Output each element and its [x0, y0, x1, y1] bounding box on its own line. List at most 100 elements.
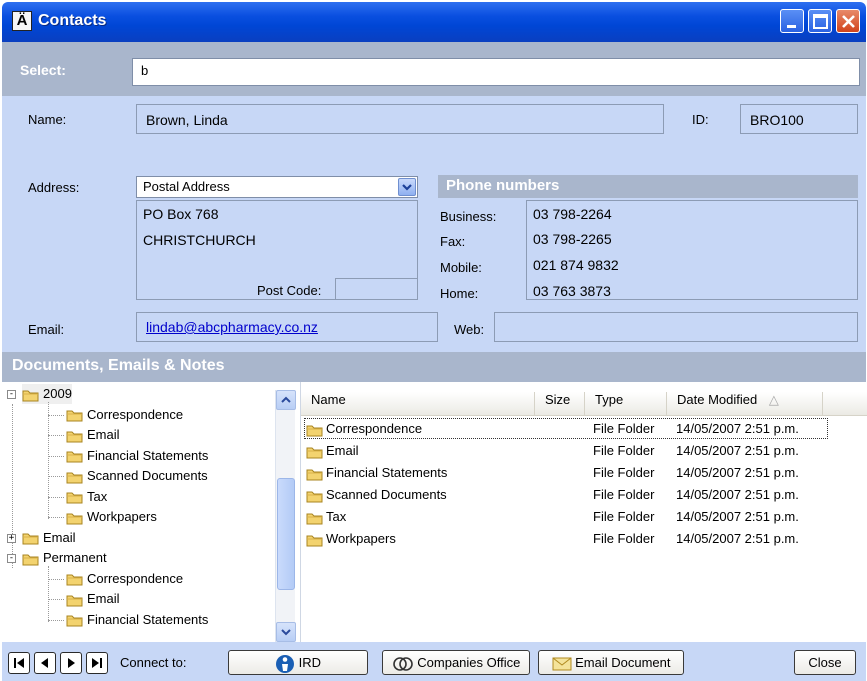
first-record-button[interactable] — [8, 652, 30, 674]
email-document-button[interactable]: Email Document — [538, 650, 684, 675]
folder-icon — [22, 390, 39, 402]
folder-icon — [306, 425, 323, 437]
file-row[interactable]: Workpapers File Folder 14/05/2007 2:51 p.m… — [301, 529, 867, 549]
tree-folder[interactable]: 2009 — [22, 384, 72, 404]
companies-office-button[interactable]: Companies Office — [382, 650, 530, 675]
folder-icon — [66, 513, 83, 525]
column-size-header[interactable]: Size — [535, 392, 585, 416]
tree-guide-line — [48, 496, 64, 498]
tree-folder[interactable]: Email — [22, 528, 76, 548]
folder-icon — [306, 447, 323, 459]
tree-subfolder[interactable]: Correspondence — [66, 405, 183, 425]
file-row[interactable]: Correspondence File Folder 14/05/2007 2:51… — [301, 419, 867, 439]
tree-guide-line — [48, 517, 64, 518]
folder-tree[interactable]: - 2009 Correspondence Email Financial Statem… — [2, 382, 298, 642]
minimize-button[interactable] — [780, 9, 804, 33]
file-list[interactable]: Name Size Type Date Modified △ Correspon… — [300, 382, 867, 642]
file-name: Email — [326, 443, 359, 458]
phone-numbers-box[interactable]: 03 798-2264 03 798-2265 021 874 9832 03 … — [526, 200, 858, 300]
tree-subfolder[interactable]: Scanned Documents — [66, 466, 208, 486]
address-type-select[interactable]: Postal Address — [136, 176, 418, 198]
companies-office-icon — [392, 656, 413, 671]
postcode-field[interactable] — [335, 278, 418, 300]
file-row[interactable]: Financial Statements File Folder 14/05/200… — [301, 463, 867, 483]
tree-guide-line — [48, 578, 64, 580]
scroll-thumb[interactable] — [277, 478, 295, 590]
tree-scrollbar[interactable] — [275, 390, 296, 642]
chevron-down-icon[interactable] — [398, 178, 416, 196]
email-label: Email: — [28, 322, 65, 337]
business-phone-value: 03 798-2264 — [533, 206, 612, 222]
file-type: File Folder — [593, 531, 655, 546]
file-name: Financial Statements — [326, 465, 448, 480]
scroll-down-button[interactable] — [276, 622, 296, 642]
address-box[interactable]: PO Box 768 CHRISTCHURCH Post Code: — [136, 200, 418, 300]
close-window-button[interactable] — [836, 9, 860, 33]
select-input[interactable]: b — [132, 58, 860, 86]
prev-record-button[interactable] — [34, 652, 56, 674]
file-row[interactable]: Scanned Documents File Folder 14/05/2007 2… — [301, 485, 867, 505]
envelope-icon — [552, 657, 571, 671]
ird-button[interactable]: IRD — [228, 650, 368, 675]
ird-label: IRD — [298, 655, 321, 670]
business-phone-label: Business: — [440, 209, 497, 224]
folder-icon — [22, 533, 39, 545]
tree-subfolder[interactable]: Email — [66, 425, 120, 445]
close-button[interactable]: Close — [794, 650, 856, 675]
tree-subfolder[interactable]: Workpapers — [66, 507, 157, 527]
file-name-cell: Tax — [306, 507, 346, 527]
file-name: Correspondence — [326, 421, 423, 436]
folder-icon — [306, 491, 323, 503]
maximize-button[interactable] — [808, 9, 832, 33]
address-label: Address: — [28, 180, 80, 195]
file-name-cell: Financial Statements — [306, 463, 447, 483]
file-date: 14/05/2007 2:51 p.m. — [676, 421, 799, 436]
tree-node-label: Financial Statements — [87, 611, 209, 627]
tree-subfolder[interactable]: Financial Statements — [66, 446, 208, 466]
column-type-header[interactable]: Type — [585, 392, 667, 416]
web-field[interactable] — [494, 312, 858, 342]
file-date: 14/05/2007 2:51 p.m. — [676, 531, 799, 546]
tree-node-label: Email — [87, 427, 120, 442]
file-list-header: Name Size Type Date Modified △ — [301, 392, 867, 416]
file-type: File Folder — [593, 487, 655, 502]
column-date-header[interactable]: Date Modified △ — [667, 392, 823, 416]
tree-node-label: Scanned Documents — [87, 468, 208, 483]
file-row[interactable]: Tax File Folder 14/05/2007 2:51 p.m. — [301, 507, 867, 527]
next-record-button[interactable] — [60, 652, 82, 674]
collapse-icon[interactable]: - — [7, 554, 16, 563]
chevron-up-icon — [281, 396, 291, 403]
collapse-icon[interactable]: - — [7, 390, 16, 399]
folder-icon — [66, 595, 83, 607]
tree-guide-line — [48, 599, 64, 600]
file-row[interactable]: Email File Folder 14/05/2007 2:51 p.m. — [301, 441, 867, 461]
tree-node-label: 2009 — [43, 386, 72, 401]
email-field[interactable]: lindab@abcpharmacy.co.nz — [136, 312, 438, 342]
maximize-icon — [813, 14, 828, 29]
scroll-up-button[interactable] — [276, 390, 296, 410]
file-date: 14/05/2007 2:51 p.m. — [676, 487, 799, 502]
id-field[interactable]: BRO100 — [740, 104, 858, 134]
folder-icon — [22, 554, 39, 566]
tree-node-label: Financial Statements — [87, 447, 209, 463]
tree-guide-line — [48, 414, 64, 416]
tree-folder[interactable]: Permanent — [22, 548, 107, 568]
name-field[interactable]: Brown, Linda — [136, 104, 664, 134]
file-date: 14/05/2007 2:51 p.m. — [676, 509, 799, 524]
web-label: Web: — [454, 322, 485, 337]
expand-icon[interactable]: + — [7, 533, 16, 543]
folder-icon — [66, 492, 83, 504]
folder-icon — [66, 410, 83, 422]
tree-subfolder[interactable]: Tax — [66, 487, 107, 507]
documents-header: Documents, Emails & Notes — [2, 352, 866, 382]
last-record-button[interactable] — [86, 652, 108, 674]
tree-subfolder[interactable]: Correspondence — [66, 569, 183, 589]
title-bar[interactable]: Ä Contacts — [2, 2, 866, 42]
email-link[interactable]: lindab@abcpharmacy.co.nz — [146, 319, 318, 335]
contact-card-icon: Ä — [12, 11, 32, 31]
tree-subfolder[interactable]: Email — [66, 589, 120, 609]
last-record-icon — [92, 658, 102, 668]
tree-subfolder[interactable]: Financial Statements — [66, 610, 208, 630]
column-name-header[interactable]: Name — [301, 392, 535, 416]
file-name-cell: Scanned Documents — [306, 485, 447, 505]
